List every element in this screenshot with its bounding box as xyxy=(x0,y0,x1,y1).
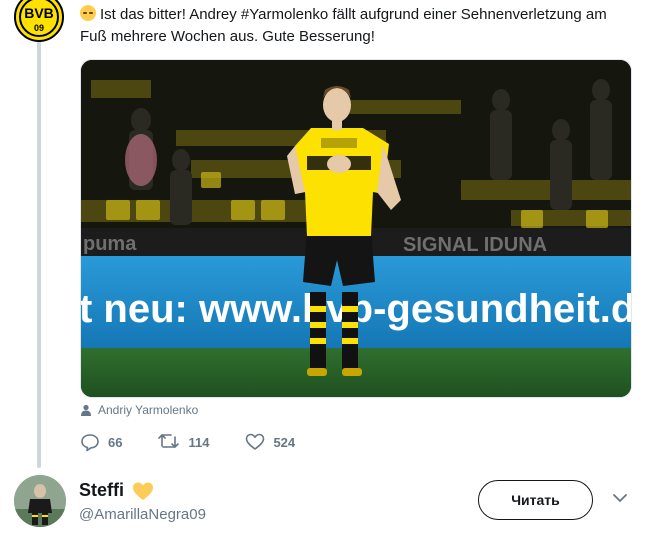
heart-icon xyxy=(246,433,265,450)
tweet-text: Ist das bitter! Andrey #Yarmolenko fällt… xyxy=(80,4,632,48)
steffi-avatar[interactable] xyxy=(14,475,66,527)
like-button[interactable]: 524 xyxy=(245,432,295,452)
retweet-button[interactable]: 114 xyxy=(158,432,209,452)
reply-count: 66 xyxy=(108,434,123,450)
retweet-count: 114 xyxy=(188,434,210,450)
tweet-text-part-1: Ist das bitter! Andrey xyxy=(100,6,241,23)
avatar-logo-text: BVB xyxy=(24,5,54,21)
user-name-text: Steffi xyxy=(79,480,124,500)
tagged-people-row[interactable]: Andriy Yarmolenko xyxy=(80,402,198,418)
hashtag-link[interactable]: #Yarmolenko xyxy=(241,6,328,23)
thread-connector-line xyxy=(37,40,41,468)
tagged-person-name: Andriy Yarmolenko xyxy=(98,403,199,417)
reply-button[interactable]: 66 xyxy=(80,432,122,452)
user-handle[interactable]: @AmarillaNegra09 xyxy=(79,506,206,523)
like-count: 524 xyxy=(273,434,296,450)
avatar-logo-year: 09 xyxy=(34,23,44,33)
yellow-heart-icon xyxy=(133,482,153,500)
sponsor-left-text: puma xyxy=(83,233,137,255)
reply-icon xyxy=(81,434,99,452)
retweet-icon xyxy=(158,434,180,448)
person-icon xyxy=(81,404,91,416)
user-display-name[interactable]: Steffi xyxy=(79,480,154,501)
follow-button[interactable]: Читать xyxy=(478,480,593,520)
sponsor-right-text: SIGNAL IDUNA xyxy=(403,234,547,256)
bvb-avatar[interactable]: BVB 09 xyxy=(14,0,64,42)
tweet-photo[interactable]: puma SIGNAL IDUNA t neu: www.bvb-gesundh… xyxy=(80,59,632,398)
tweet-actions: 66 114 524 xyxy=(80,432,331,452)
chevron-down-icon[interactable] xyxy=(612,493,628,503)
pensive-face-emoji-icon xyxy=(80,5,96,21)
